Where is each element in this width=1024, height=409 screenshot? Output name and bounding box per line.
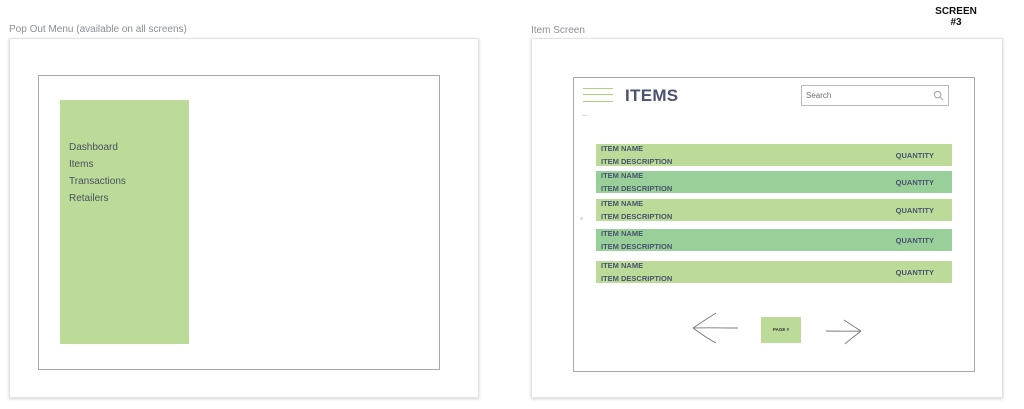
popout-menu-panel: Dashboard Items Transactions Retailers	[60, 100, 189, 344]
screen-number-tag: SCREEN #3	[932, 6, 980, 28]
page-title: ITEMS	[625, 86, 679, 105]
screen-tag-line2: #3	[950, 17, 962, 28]
item-quantity: QUANTITY	[895, 236, 934, 245]
popout-menu-caption: Pop Out Menu (available on all screens)	[9, 24, 187, 35]
item-quantity: QUANTITY	[895, 206, 934, 215]
item-quantity: QUANTITY	[895, 268, 934, 277]
item-row[interactable]: ITEM NAME ITEM DESCRIPTION QUANTITY	[596, 199, 952, 221]
popout-menu-frame: Dashboard Items Transactions Retailers	[38, 75, 440, 370]
decorative-mark	[582, 115, 587, 116]
item-screen-frame: ITEMS ITEM NAMEITEM DESCRIPTIONQUANTITYI…	[573, 77, 975, 372]
item-description: ITEM DESCRIPTION	[601, 242, 673, 251]
menu-item-retailers[interactable]: Retailers	[69, 192, 126, 209]
decorative-dot	[580, 217, 583, 220]
page-number-button[interactable]: PAGE #	[761, 317, 801, 343]
search-icon[interactable]	[933, 90, 944, 101]
item-name: ITEM NAME	[601, 261, 644, 270]
item-screen-caption: Item Screen	[531, 25, 585, 36]
item-description: ITEM DESCRIPTION	[601, 212, 673, 221]
menu-item-dashboard[interactable]: Dashboard	[69, 141, 126, 158]
screen-tag-line1: SCREEN	[935, 6, 977, 17]
menu-item-items[interactable]: Items	[69, 158, 126, 175]
arrow-right-icon[interactable]	[824, 318, 864, 346]
arrow-left-icon[interactable]	[690, 311, 740, 345]
item-row[interactable]: ITEM NAME ITEM DESCRIPTION QUANTITY	[596, 171, 952, 193]
item-description: ITEM DESCRIPTION	[601, 157, 673, 166]
hamburger-icon[interactable]	[583, 87, 613, 103]
item-quantity: QUANTITY	[895, 151, 934, 160]
item-description: ITEM DESCRIPTION	[601, 274, 673, 283]
item-name: ITEM NAME	[601, 171, 644, 180]
item-name: ITEM NAME	[601, 199, 644, 208]
item-screen-board: ITEMS ITEM NAMEITEM DESCRIPTIONQUANTITYI…	[531, 38, 1003, 398]
item-name: ITEM NAME	[601, 229, 644, 238]
item-quantity: QUANTITY	[895, 178, 934, 187]
menu-item-transactions[interactable]: Transactions	[69, 175, 126, 192]
menu-list: Dashboard Items Transactions Retailers	[69, 141, 126, 209]
popout-menu-board: Dashboard Items Transactions Retailers	[9, 38, 479, 398]
item-name: ITEM NAME	[601, 144, 644, 153]
item-row[interactable]: ITEM NAME ITEM DESCRIPTION QUANTITY	[596, 229, 952, 251]
item-row[interactable]: ITEM NAME ITEM DESCRIPTION QUANTITY	[596, 261, 952, 283]
item-row[interactable]: ITEM NAME ITEM DESCRIPTION QUANTITY	[596, 144, 952, 166]
search-input[interactable]	[806, 89, 926, 102]
search-box[interactable]	[801, 85, 949, 106]
item-description: ITEM DESCRIPTION	[601, 184, 673, 193]
